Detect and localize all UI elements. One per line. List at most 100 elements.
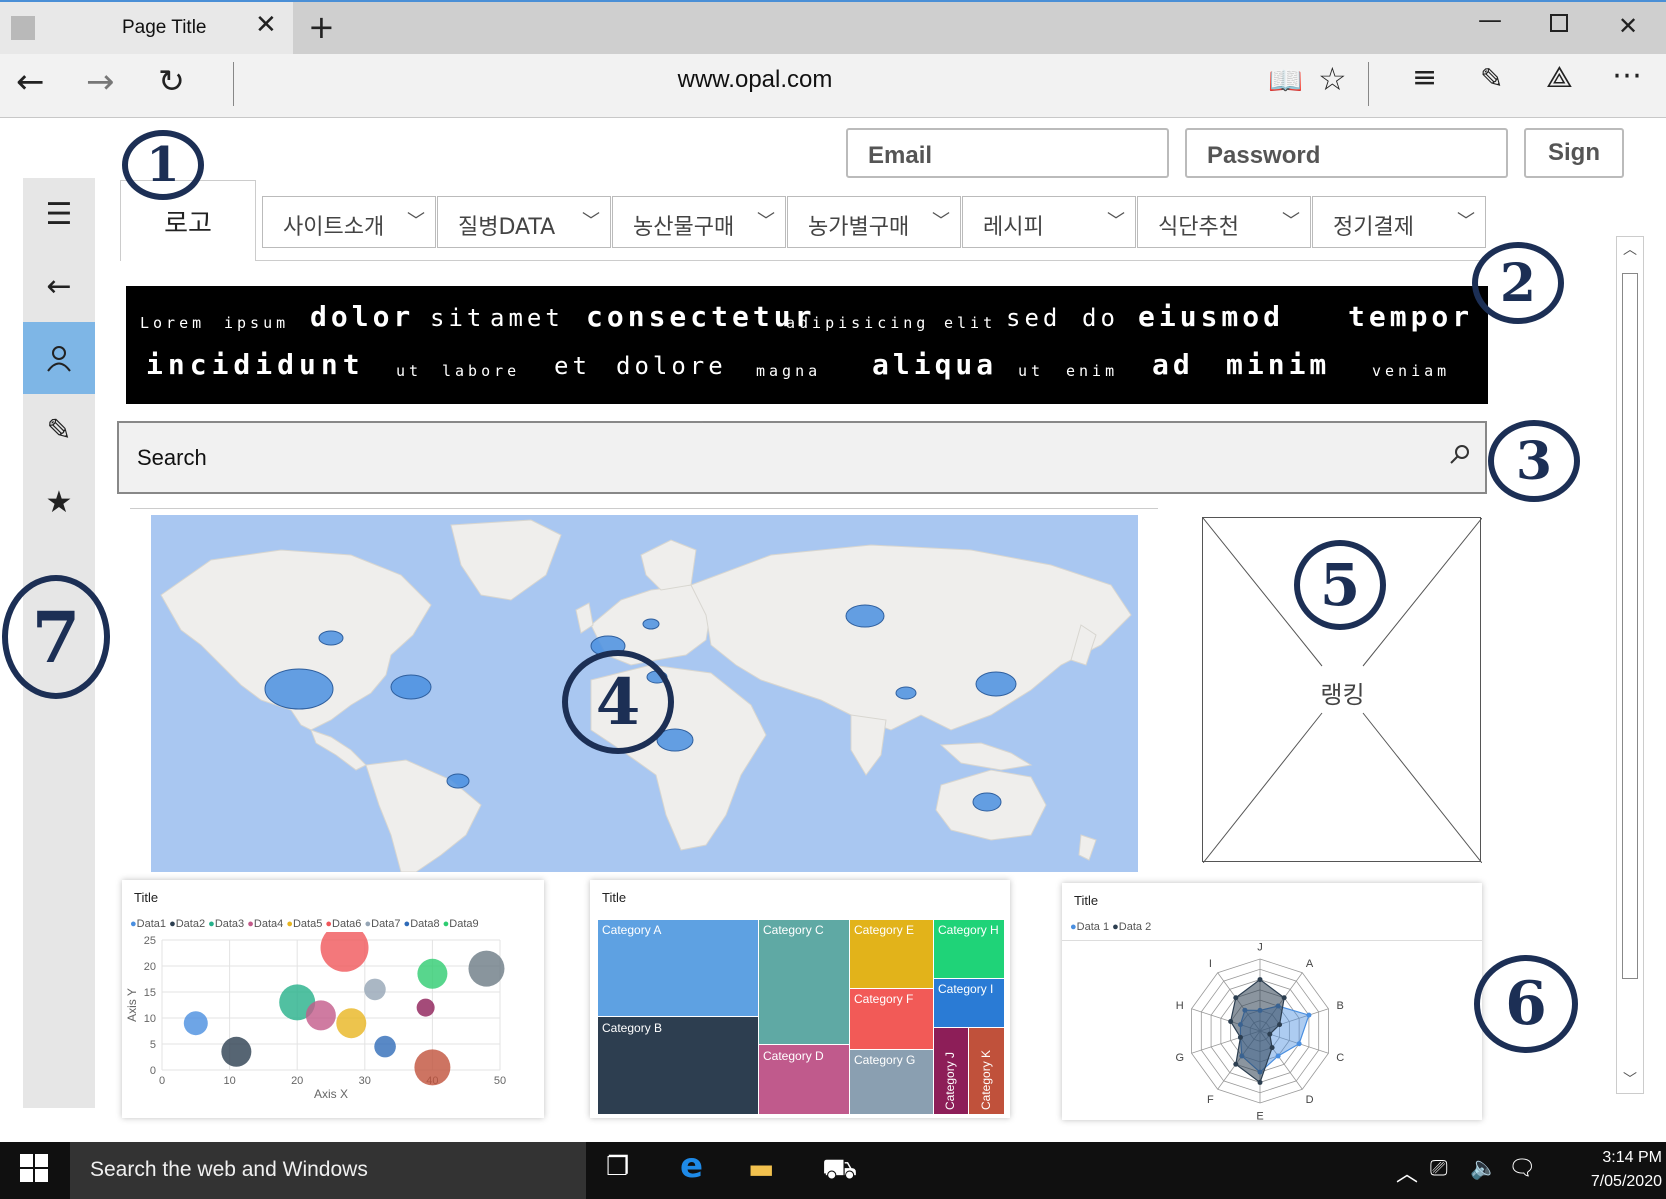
cloud-word[interactable]: veniam <box>1372 362 1450 380</box>
windows-start-icon[interactable] <box>20 1154 48 1189</box>
minimize-icon[interactable]: — <box>1478 6 1502 34</box>
search-icon[interactable] <box>1449 443 1471 471</box>
email-field[interactable]: Email <box>846 128 1169 178</box>
new-tab-icon[interactable]: + <box>308 8 335 46</box>
menu-item-disease-data[interactable]: 질병DATA ﹀ <box>437 196 611 248</box>
cloud-word[interactable]: amet <box>490 304 564 332</box>
page-scrollbar[interactable]: ︿ ﹀ <box>1616 236 1644 1094</box>
radar-point[interactable] <box>1306 1012 1312 1018</box>
scroll-thumb[interactable] <box>1622 273 1638 979</box>
cloud-word[interactable]: tempor <box>1348 300 1473 333</box>
cloud-word[interactable]: magna <box>756 362 821 380</box>
bubble-point[interactable] <box>305 1000 336 1031</box>
cloud-word[interactable]: adipisicing <box>786 314 929 332</box>
radar-point[interactable] <box>1237 1034 1243 1040</box>
close-window-icon[interactable]: ✕ <box>1618 12 1638 40</box>
bubble-point[interactable] <box>416 998 435 1017</box>
cloud-word[interactable]: sit <box>430 304 485 332</box>
radar-point[interactable] <box>1275 1053 1281 1059</box>
scroll-up-icon[interactable]: ︿ <box>1623 239 1637 259</box>
radar-point[interactable] <box>1269 1045 1275 1051</box>
map-bubble[interactable] <box>895 686 917 700</box>
map-bubble[interactable] <box>642 618 660 630</box>
favorite-star-icon[interactable]: ☆ <box>1318 60 1347 98</box>
browser-tab[interactable]: Page Title ✕ <box>0 2 293 54</box>
clock[interactable]: 3:14 PM 7/05/2020 <box>1562 1146 1662 1194</box>
map-bubble[interactable] <box>972 792 1002 812</box>
chevron-up-icon[interactable]: ︿ <box>1396 1156 1418 1188</box>
cloud-word[interactable]: Lorem <box>140 314 205 332</box>
back-arrow-icon[interactable]: ← <box>23 250 95 322</box>
share-icon[interactable]: ⟁ <box>1546 60 1573 95</box>
cloud-word[interactable]: dolore <box>616 352 727 380</box>
bubble-point[interactable] <box>468 950 505 987</box>
menu-item-about[interactable]: 사이트소개 ﹀ <box>262 196 436 248</box>
hamburger-menu-icon[interactable]: ☰ <box>23 178 95 250</box>
cloud-word[interactable]: eiusmod <box>1138 300 1284 333</box>
cloud-word[interactable]: consectetur <box>586 300 815 333</box>
menu-item-farm-purchase[interactable]: 농가별구매 ﹀ <box>787 196 961 248</box>
cloud-word[interactable]: enim <box>1066 362 1118 380</box>
map-bubble[interactable] <box>318 630 344 646</box>
cloud-word[interactable]: labore <box>442 362 520 380</box>
more-icon[interactable]: ⋯ <box>1612 58 1642 93</box>
radar-point[interactable] <box>1296 1041 1302 1047</box>
radar-point[interactable] <box>1277 1022 1283 1028</box>
network-icon[interactable]: ⎚ <box>1430 1156 1448 1181</box>
bubble-point[interactable] <box>336 1008 367 1039</box>
file-explorer-icon[interactable]: ▬ <box>748 1152 774 1185</box>
task-view-icon[interactable]: ❐ <box>606 1152 629 1182</box>
radar-point[interactable] <box>1281 995 1287 1001</box>
maximize-icon[interactable] <box>1550 14 1568 32</box>
edge-icon[interactable]: e <box>680 1146 703 1186</box>
radar-point[interactable] <box>1257 1079 1263 1085</box>
cloud-word[interactable]: ad <box>1152 348 1194 381</box>
taskbar-search[interactable]: Search the web and Windows <box>70 1142 586 1199</box>
cloud-word[interactable]: elit <box>944 314 996 332</box>
menu-item-subscription[interactable]: 정기결제 ﹀ <box>1312 196 1486 248</box>
radar-point[interactable] <box>1233 995 1239 1001</box>
star-icon[interactable]: ★ <box>23 466 95 538</box>
web-note-icon[interactable]: ✎ <box>1480 62 1503 95</box>
map-bubble[interactable] <box>975 671 1017 697</box>
volume-icon[interactable]: 🔈 <box>1470 1156 1497 1181</box>
bubble-point[interactable] <box>221 1036 252 1067</box>
bubble-point[interactable] <box>414 1049 451 1086</box>
map-bubble[interactable] <box>390 674 432 700</box>
map-bubble[interactable] <box>264 668 334 710</box>
password-field[interactable]: Password <box>1185 128 1508 178</box>
store-icon[interactable]: ⛟ <box>822 1152 857 1189</box>
treemap-cell-c[interactable] <box>759 920 849 1044</box>
notification-icon[interactable]: 🗨 <box>1508 1156 1536 1181</box>
cloud-word[interactable]: incididunt <box>146 348 365 381</box>
reading-view-icon[interactable]: 📖 <box>1268 64 1303 97</box>
close-tab-icon[interactable]: ✕ <box>255 10 277 40</box>
menu-item-produce-purchase[interactable]: 농산물구매 ﹀ <box>612 196 786 248</box>
hub-icon[interactable]: ≡ <box>1412 60 1437 95</box>
bubble-point[interactable] <box>374 1035 396 1058</box>
cloud-word[interactable]: et <box>554 352 591 380</box>
radar-point[interactable] <box>1257 977 1263 983</box>
map-bubble[interactable] <box>446 773 470 789</box>
radar-point[interactable] <box>1267 1031 1273 1037</box>
search-input[interactable]: Search <box>117 421 1487 494</box>
cloud-word[interactable]: ut <box>396 362 422 380</box>
bubble-point[interactable] <box>417 958 448 989</box>
cloud-word[interactable]: do <box>1082 304 1119 332</box>
bubble-point[interactable] <box>183 1011 208 1036</box>
cloud-word[interactable]: ipsum <box>224 314 289 332</box>
map-bubble[interactable] <box>845 604 885 628</box>
cloud-word[interactable]: minim <box>1226 348 1330 381</box>
scroll-down-icon[interactable]: ﹀ <box>1623 1069 1637 1089</box>
radar-point[interactable] <box>1228 1018 1234 1024</box>
radar-point[interactable] <box>1233 1061 1239 1067</box>
pencil-icon[interactable]: ✎ <box>23 394 95 466</box>
cloud-word[interactable]: sed <box>1006 304 1061 332</box>
menu-item-diet-recommendation[interactable]: 식단추천 ﹀ <box>1137 196 1311 248</box>
cloud-word[interactable]: ut <box>1018 362 1044 380</box>
menu-item-recipe[interactable]: 레시피 ﹀ <box>962 196 1136 248</box>
cloud-word[interactable]: dolor <box>310 300 414 333</box>
bubble-point[interactable] <box>364 978 386 1001</box>
cloud-word[interactable]: aliqua <box>872 348 997 381</box>
user-icon[interactable] <box>23 322 95 394</box>
